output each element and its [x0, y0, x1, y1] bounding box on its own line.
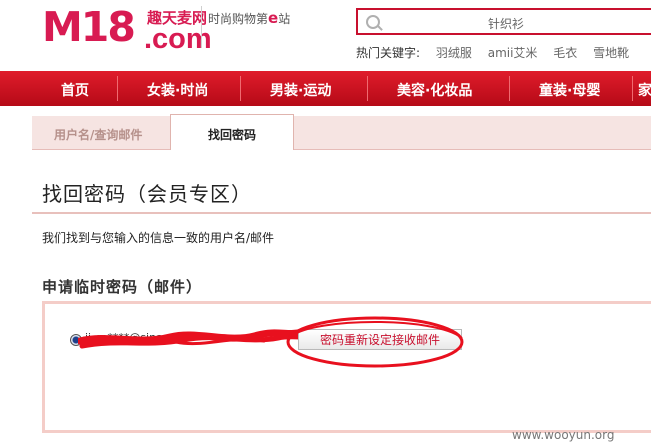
nav-item-home-goods[interactable]: 家	[638, 80, 651, 100]
hot-keywords-bar: 热门关键字: 羽绒服 amii艾米 毛衣 雪地靴	[356, 44, 629, 61]
site-slogan: 时尚购物第e站	[208, 9, 291, 27]
hot-keyword-link[interactable]: amii艾米	[488, 46, 538, 60]
hot-keyword-link[interactable]: 毛衣	[553, 46, 577, 60]
tab-find-password-label: 找回密码	[207, 128, 256, 142]
nav-divider	[117, 76, 118, 101]
watermark: www.wooyun.org	[512, 428, 615, 442]
tab-find-password[interactable]: 找回密码	[170, 114, 294, 150]
reset-password-email-button[interactable]: 密码重新设定接收邮件	[298, 329, 462, 350]
main-nav: 首页 女装·时尚 男装·运动 美容·化妆品 童装·母婴 家	[0, 71, 651, 106]
nav-divider	[367, 76, 368, 101]
info-message: 我们找到与您输入的信息一致的用户名/邮件	[42, 231, 275, 245]
nav-item-kids[interactable]: 童装·母婴	[539, 80, 600, 100]
nav-divider	[509, 76, 510, 101]
section-title: 申请临时密码（邮件）	[42, 278, 203, 296]
logo-divider	[201, 6, 202, 48]
tab-username-email[interactable]: 用户名/查询邮件	[54, 126, 142, 143]
nav-divider	[632, 76, 633, 101]
nav-item-home[interactable]: 首页	[61, 80, 89, 100]
masked-email: ji_m****@sina	[85, 331, 163, 344]
search-input[interactable]: 针织衫	[356, 8, 651, 35]
email-option-panel	[42, 301, 651, 433]
nav-divider	[240, 76, 241, 101]
nav-item-beauty[interactable]: 美容·化妆品	[397, 80, 472, 100]
page-title: 找回密码（会员专区）	[42, 182, 252, 206]
hot-keywords-label: 热门关键字:	[356, 46, 421, 60]
logo-m18: M18	[42, 3, 136, 51]
nav-item-men[interactable]: 男装·运动	[270, 80, 331, 100]
hot-keyword-link[interactable]: 羽绒服	[436, 46, 472, 60]
email-radio-button[interactable]	[70, 334, 82, 346]
nav-item-women[interactable]: 女装·时尚	[147, 80, 208, 100]
search-value[interactable]: 针织衫	[358, 15, 651, 32]
title-divider	[32, 212, 651, 214]
tab-strip: 用户名/查询邮件	[32, 116, 651, 150]
hot-keyword-link[interactable]: 雪地靴	[593, 46, 629, 60]
